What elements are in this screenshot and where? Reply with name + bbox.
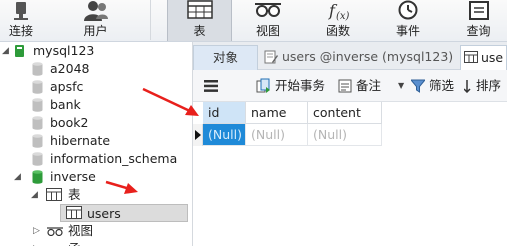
toolbar-view-button[interactable]: 视图 bbox=[238, 0, 298, 41]
column-header-id[interactable]: id bbox=[203, 102, 246, 124]
sort-icon bbox=[464, 80, 471, 93]
database-icon bbox=[32, 98, 43, 112]
collapse-arrow-icon[interactable]: ◢ bbox=[2, 42, 9, 60]
button-label: 开始事务 bbox=[275, 78, 326, 93]
tab-query-users[interactable]: users @inverse (mysql123) - bbox=[260, 45, 456, 70]
toolbar-label: 表 bbox=[193, 24, 206, 38]
query-icon bbox=[468, 1, 489, 20]
tree-folder-views[interactable]: ▷ 视图 bbox=[0, 222, 192, 240]
table-toolbar: 开始事务 备注 ▼ 筛选 排序 bbox=[193, 70, 507, 102]
expand-arrow-icon[interactable]: ▷ bbox=[33, 222, 40, 240]
tree-folder-functions[interactable]: ▷ 函 bbox=[0, 240, 192, 246]
memo-icon bbox=[338, 79, 352, 93]
tab-bar: 对象 users @inverse (mysql123) - use bbox=[193, 42, 507, 70]
column-header-name[interactable]: name bbox=[246, 102, 308, 124]
toolbar-divider bbox=[150, 0, 151, 40]
tree-node-label: book2 bbox=[50, 115, 89, 130]
cell-id[interactable]: (Null) bbox=[203, 124, 246, 146]
tree-node-label: 函 bbox=[68, 240, 81, 246]
svg-text:(x): (x) bbox=[336, 11, 350, 22]
tree-node-label: 表 bbox=[68, 187, 81, 202]
tree-database-book2[interactable]: book2 bbox=[0, 114, 192, 132]
tree-node-label: inverse bbox=[50, 169, 96, 184]
tree-database-inverse[interactable]: ◢ inverse bbox=[0, 168, 192, 186]
table-icon bbox=[186, 0, 213, 19]
toolbar-function-button[interactable]: f (x) 函数 bbox=[308, 0, 368, 41]
connection-tree: ◢ mysql123 a2048 apsfc bank book2 hibernate i… bbox=[0, 42, 193, 246]
event-icon bbox=[398, 0, 418, 20]
toolbar-query-button[interactable]: 查询 bbox=[450, 0, 507, 41]
filter-icon bbox=[411, 79, 425, 93]
cell-name[interactable]: (Null) bbox=[246, 124, 308, 146]
tree-database-information_schema[interactable]: information_schema bbox=[0, 150, 192, 168]
table-icon bbox=[464, 51, 478, 63]
tree-node-label: 视图 bbox=[68, 223, 94, 238]
menu-icon[interactable] bbox=[204, 80, 218, 92]
tree-node-label: mysql123 bbox=[33, 43, 95, 58]
table-folder-icon bbox=[46, 188, 62, 201]
tree-node-label: apsfc bbox=[50, 79, 84, 94]
main-toolbar: 连接 用户 表 视图 f (x) 函数 事件 查询 bbox=[0, 0, 507, 42]
toolbar-label: 函数 bbox=[325, 24, 350, 38]
tree-node-label: bank bbox=[50, 97, 81, 112]
dropdown-arrow-icon[interactable]: ▼ bbox=[398, 77, 404, 95]
tree-connection-mysql123[interactable]: ◢ mysql123 bbox=[0, 42, 192, 60]
toolbar-label: 事件 bbox=[395, 24, 420, 38]
data-grid: id name content (Null) (Null) (Null) bbox=[193, 102, 507, 246]
toolbar-label: 连接 bbox=[8, 24, 33, 38]
tab-label: use bbox=[481, 50, 504, 65]
tree-node-label: information_schema bbox=[50, 151, 178, 166]
tree-node-label: a2048 bbox=[50, 61, 90, 76]
view-icon bbox=[47, 227, 63, 236]
toolbar-label: 查询 bbox=[466, 24, 491, 38]
tab-objects[interactable]: 对象 bbox=[193, 45, 258, 70]
column-header-content[interactable]: content bbox=[308, 102, 382, 124]
tree-database-hibernate[interactable]: hibernate bbox=[0, 132, 192, 150]
database-icon bbox=[32, 170, 43, 184]
tree-database-bank[interactable]: bank bbox=[0, 96, 192, 114]
collapse-arrow-icon[interactable]: ◢ bbox=[14, 168, 21, 186]
database-icon bbox=[32, 116, 43, 130]
tree-database-apsfc[interactable]: apsfc bbox=[0, 78, 192, 96]
tree-node-label: users bbox=[87, 206, 121, 221]
connection-icon bbox=[14, 2, 28, 20]
button-label: 排序 bbox=[476, 78, 502, 93]
tree-node-label: hibernate bbox=[50, 133, 111, 148]
database-icon bbox=[32, 152, 43, 166]
transaction-icon bbox=[256, 78, 270, 93]
toolbar-label: 用户 bbox=[83, 24, 108, 38]
button-label: 筛选 bbox=[429, 78, 455, 93]
toolbar-label: 视图 bbox=[255, 24, 280, 38]
edit-query-icon bbox=[264, 50, 278, 64]
database-icon bbox=[32, 80, 43, 94]
current-row-arrow-icon bbox=[195, 130, 201, 140]
database-icon bbox=[32, 134, 43, 148]
tree-folder-tables[interactable]: ◢ 表 bbox=[0, 186, 192, 204]
tree-database-a2048[interactable]: a2048 bbox=[0, 60, 192, 78]
mysql-connection-icon bbox=[15, 45, 24, 57]
tab-table-users[interactable]: use bbox=[460, 45, 507, 70]
toolbar-user-button[interactable]: 用户 bbox=[58, 0, 133, 41]
user-icon bbox=[83, 1, 108, 21]
cell-content[interactable]: (Null) bbox=[308, 124, 382, 146]
database-icon bbox=[32, 62, 43, 76]
function-icon: f (x) bbox=[328, 1, 350, 22]
row-indicator[interactable] bbox=[193, 124, 203, 146]
tree-table-users[interactable]: users bbox=[60, 204, 188, 222]
table-icon bbox=[66, 206, 82, 219]
expand-arrow-icon[interactable]: ▷ bbox=[33, 240, 40, 246]
collapse-arrow-icon[interactable]: ◢ bbox=[31, 186, 38, 204]
tab-label: users @inverse (mysql123) - bbox=[282, 49, 456, 64]
toolbar-connection-button[interactable]: 连接 bbox=[0, 0, 42, 41]
toolbar-event-button[interactable]: 事件 bbox=[378, 0, 438, 41]
button-label: 备注 bbox=[356, 78, 382, 93]
toolbar-table-button[interactable]: 表 bbox=[167, 0, 232, 41]
view-icon bbox=[255, 3, 281, 17]
